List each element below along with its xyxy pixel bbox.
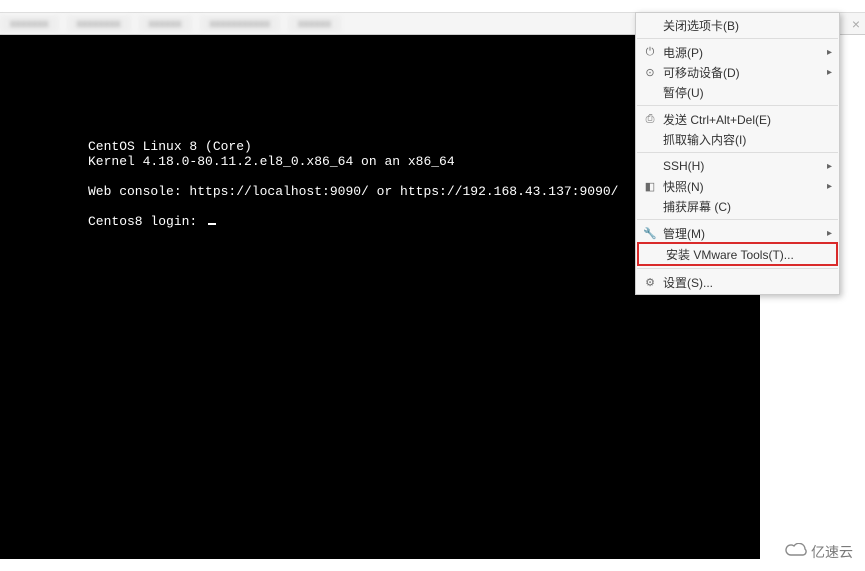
watermark-text: 亿速云	[811, 542, 853, 562]
menu-separator	[637, 268, 838, 269]
menu-send-ctrl-alt-del[interactable]: ⎙ 发送 Ctrl+Alt+Del(E)	[636, 109, 839, 129]
vm-tab[interactable]: xxxxxxxxxxx	[200, 16, 281, 32]
submenu-arrow-icon: ▸	[827, 67, 832, 78]
wrench-icon: 🔧	[640, 227, 660, 240]
menu-separator	[637, 219, 838, 220]
menu-label: 管理(M)	[660, 225, 827, 242]
menu-label: 设置(S)...	[660, 274, 832, 291]
menu-ssh[interactable]: SSH(H) ▸	[636, 156, 839, 176]
cursor-icon	[208, 223, 216, 225]
menu-separator	[637, 105, 838, 106]
vm-tab[interactable]: xxxxxx	[139, 16, 192, 32]
submenu-arrow-icon: ▸	[827, 228, 832, 239]
menu-label: 安装 VMware Tools(T)...	[663, 246, 829, 263]
menu-label: 快照(N)	[660, 178, 827, 195]
menu-grab-input[interactable]: 抓取输入内容(I)	[636, 129, 839, 149]
vm-tab[interactable]: xxxxxxx	[0, 16, 59, 32]
cloud-icon	[785, 543, 807, 561]
menu-removable-devices[interactable]: ⊙ 可移动设备(D) ▸	[636, 62, 839, 82]
menu-label: 关闭选项卡(B)	[660, 17, 832, 34]
submenu-arrow-icon: ▸	[827, 161, 832, 172]
submenu-arrow-icon: ▸	[827, 47, 832, 58]
power-icon: ⏻	[640, 46, 660, 59]
menu-close-tab[interactable]: 关闭选项卡(B)	[636, 15, 839, 35]
menu-capture-screen[interactable]: 捕获屏幕 (C)	[636, 196, 839, 216]
menu-label: SSH(H)	[660, 159, 827, 173]
vm-tab[interactable]: xxxxxx	[288, 16, 341, 32]
menu-label: 抓取输入内容(I)	[660, 131, 832, 148]
menu-install-vmware-tools[interactable]: 安装 VMware Tools(T)...	[637, 242, 838, 266]
menu-manage[interactable]: 🔧 管理(M) ▸	[636, 223, 839, 243]
menu-settings[interactable]: ⚙ 设置(S)...	[636, 272, 839, 292]
gear-icon: ⚙	[640, 276, 660, 289]
watermark: 亿速云	[777, 539, 861, 565]
menu-label: 可移动设备(D)	[660, 64, 827, 81]
submenu-arrow-icon: ▸	[827, 181, 832, 192]
menu-power[interactable]: ⏻ 电源(P) ▸	[636, 42, 839, 62]
menu-snapshot[interactable]: ◧ 快照(N) ▸	[636, 176, 839, 196]
menu-label: 捕获屏幕 (C)	[660, 198, 832, 215]
tab-close-button[interactable]: ×	[852, 16, 860, 32]
menu-label: 发送 Ctrl+Alt+Del(E)	[660, 111, 832, 128]
menu-label: 电源(P)	[660, 44, 827, 61]
menu-separator	[637, 38, 838, 39]
vm-tab[interactable]: xxxxxxxx	[67, 16, 131, 32]
usb-icon: ⊙	[640, 66, 660, 79]
menu-label: 暂停(U)	[660, 84, 832, 101]
menu-separator	[637, 152, 838, 153]
context-menu: 关闭选项卡(B) ⏻ 电源(P) ▸ ⊙ 可移动设备(D) ▸ 暂停(U) ⎙ …	[635, 12, 840, 295]
snapshot-icon: ◧	[640, 180, 660, 193]
menu-pause[interactable]: 暂停(U)	[636, 82, 839, 102]
send-keys-icon: ⎙	[640, 113, 660, 126]
